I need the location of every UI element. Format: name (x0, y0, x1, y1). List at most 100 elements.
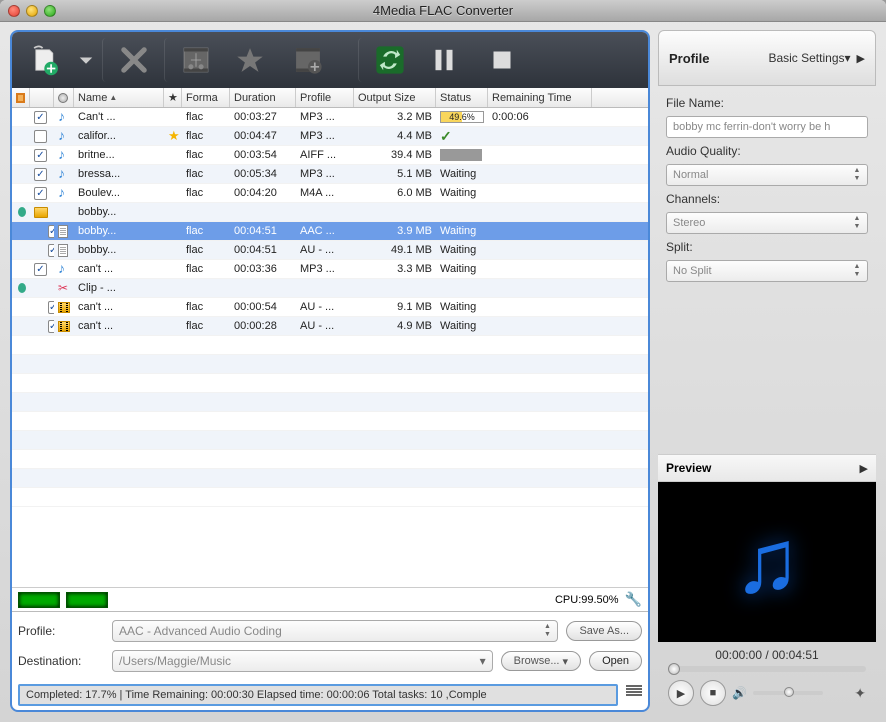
col-star[interactable]: ★ (164, 88, 182, 107)
cpu-core-meter (66, 592, 108, 608)
convert-button[interactable] (358, 38, 414, 82)
row-duration: 00:04:20 (230, 184, 296, 202)
row-format: flac (182, 241, 230, 259)
settings-icon[interactable]: 🔧 (625, 591, 642, 608)
music-note-icon (58, 129, 70, 143)
table-row[interactable]: califor...★flac00:04:47MP3 ...4.4 MB✓ (12, 127, 648, 146)
row-checkbox[interactable]: ✓ (34, 111, 47, 124)
row-checkbox[interactable]: ✓ (34, 187, 47, 200)
add-clip-button[interactable] (280, 38, 336, 82)
delete-button[interactable] (102, 38, 158, 82)
folder-icon (34, 207, 48, 218)
table-row[interactable]: ✂Clip - ... (12, 279, 648, 298)
sort-asc-icon: ▲ (109, 93, 117, 102)
quality-select[interactable]: Normal▲▼ (666, 164, 868, 186)
list-view-toggle[interactable] (626, 685, 642, 701)
row-checkbox[interactable] (34, 130, 47, 143)
row-profile: MP3 ... (296, 127, 354, 145)
settings-dropdown[interactable]: Basic Settings▾ (768, 51, 850, 65)
col-profile[interactable]: Profile (296, 88, 354, 107)
add-file-button[interactable] (18, 38, 74, 82)
collapse-icon[interactable] (18, 283, 26, 293)
favorite-button[interactable] (222, 38, 278, 82)
col-select[interactable] (12, 88, 30, 107)
preview-header: Preview ▶ (658, 454, 876, 482)
table-body[interactable]: ✓Can't ...flac00:03:27MP3 ...3.2 MB49.6%… (12, 108, 648, 587)
col-disc[interactable] (54, 88, 74, 107)
play-button[interactable]: ▶ (668, 680, 694, 706)
volume-slider[interactable] (753, 691, 823, 695)
browse-button[interactable]: Browse... ▾ (501, 651, 581, 671)
channels-select[interactable]: Stereo▲▼ (666, 212, 868, 234)
filename-input[interactable]: bobby mc ferrin-don't worry be h (666, 116, 868, 138)
row-format: flac (182, 222, 230, 240)
row-status: 49.6% (436, 108, 488, 126)
col-name[interactable]: Name▲ (74, 88, 164, 107)
bottom-controls: Profile: AAC - Advanced Audio Coding ▲▼ … (12, 611, 648, 710)
star-icon[interactable]: ★ (168, 128, 180, 144)
split-label: Split: (666, 240, 868, 254)
document-icon (58, 225, 68, 238)
col-duration[interactable]: Duration (230, 88, 296, 107)
row-status: Waiting (436, 241, 488, 259)
preview-display: ♫ (658, 482, 876, 642)
col-status[interactable]: Status (436, 88, 488, 107)
row-checkbox[interactable]: ✓ (34, 263, 47, 276)
app-window: 4Media FLAC Converter (0, 0, 886, 722)
row-profile: MP3 ... (296, 165, 354, 183)
stop-button[interactable] (474, 38, 530, 82)
expand-profile-icon[interactable]: ▶ (857, 52, 865, 65)
window-title: 4Media FLAC Converter (0, 3, 886, 18)
row-remaining (488, 203, 592, 221)
destination-select[interactable]: /Users/Maggie/Music ▾ (112, 650, 493, 672)
row-checkbox[interactable]: ✓ (34, 149, 47, 162)
table-row[interactable]: ✓britne...flac00:03:54AIFF ...39.4 MB (12, 146, 648, 165)
row-status: Waiting (436, 260, 488, 278)
row-output-size: 4.4 MB (354, 127, 436, 145)
row-remaining (488, 184, 592, 202)
row-status: Waiting (436, 165, 488, 183)
row-status: Waiting (436, 222, 488, 240)
row-format: flac (182, 317, 230, 335)
col-output[interactable]: Output Size (354, 88, 436, 107)
open-button[interactable]: Open (589, 651, 642, 671)
clip-button[interactable] (164, 38, 220, 82)
table-row[interactable]: ✓can't ...flac00:03:36MP3 ...3.3 MBWaiti… (12, 260, 648, 279)
expand-preview-icon[interactable]: ▶ (860, 462, 868, 475)
row-format: flac (182, 127, 230, 145)
table-row[interactable]: ✓can't ...flac00:00:28AU - ...4.9 MBWait… (12, 317, 648, 336)
row-output-size: 9.1 MB (354, 298, 436, 316)
table-row[interactable]: ✓bressa...flac00:05:34MP3 ...5.1 MBWaiti… (12, 165, 648, 184)
col-check[interactable] (30, 88, 54, 107)
row-duration: 00:05:34 (230, 165, 296, 183)
table-row[interactable]: ✓can't ...flac00:00:54AU - ...9.1 MBWait… (12, 298, 648, 317)
toolbar (12, 32, 648, 88)
add-file-dropdown[interactable] (76, 38, 96, 82)
stop-preview-button[interactable]: ■ (700, 680, 726, 706)
video-clip-icon (58, 302, 70, 313)
table-row[interactable]: bobby... (12, 203, 648, 222)
table-row[interactable]: ✓bobby...flac00:04:51AAC ...3.9 MBWaitin… (12, 222, 648, 241)
row-remaining (488, 298, 592, 316)
table-row[interactable]: ✓Boulev...flac00:04:20M4A ...6.0 MBWaiti… (12, 184, 648, 203)
table-row[interactable]: ✓Can't ...flac00:03:27MP3 ...3.2 MB49.6%… (12, 108, 648, 127)
table-row[interactable]: ✓bobby...flac00:04:51AU - ...49.1 MBWait… (12, 241, 648, 260)
collapse-icon[interactable] (18, 207, 26, 217)
content-area: Name▲ ★ Forma Duration Profile Output Si… (0, 22, 886, 722)
table-row-empty (12, 336, 648, 355)
table-header: Name▲ ★ Forma Duration Profile Output Si… (12, 88, 648, 108)
row-checkbox[interactable]: ✓ (34, 168, 47, 181)
row-status (436, 146, 488, 164)
left-pane: Name▲ ★ Forma Duration Profile Output Si… (10, 30, 650, 712)
save-as-button[interactable]: Save As... (566, 621, 642, 641)
profile-title: Profile (669, 51, 762, 66)
pause-button[interactable] (416, 38, 472, 82)
profile-select[interactable]: AAC - Advanced Audio Coding ▲▼ (112, 620, 558, 642)
split-select[interactable]: No Split▲▼ (666, 260, 868, 282)
snapshot-button[interactable]: ✦ (854, 685, 866, 702)
col-format[interactable]: Forma (182, 88, 230, 107)
music-note-icon (58, 148, 70, 162)
preview-scrubber[interactable] (668, 666, 866, 672)
col-remaining[interactable]: Remaining Time (488, 88, 592, 107)
destination-label: Destination: (18, 654, 104, 668)
